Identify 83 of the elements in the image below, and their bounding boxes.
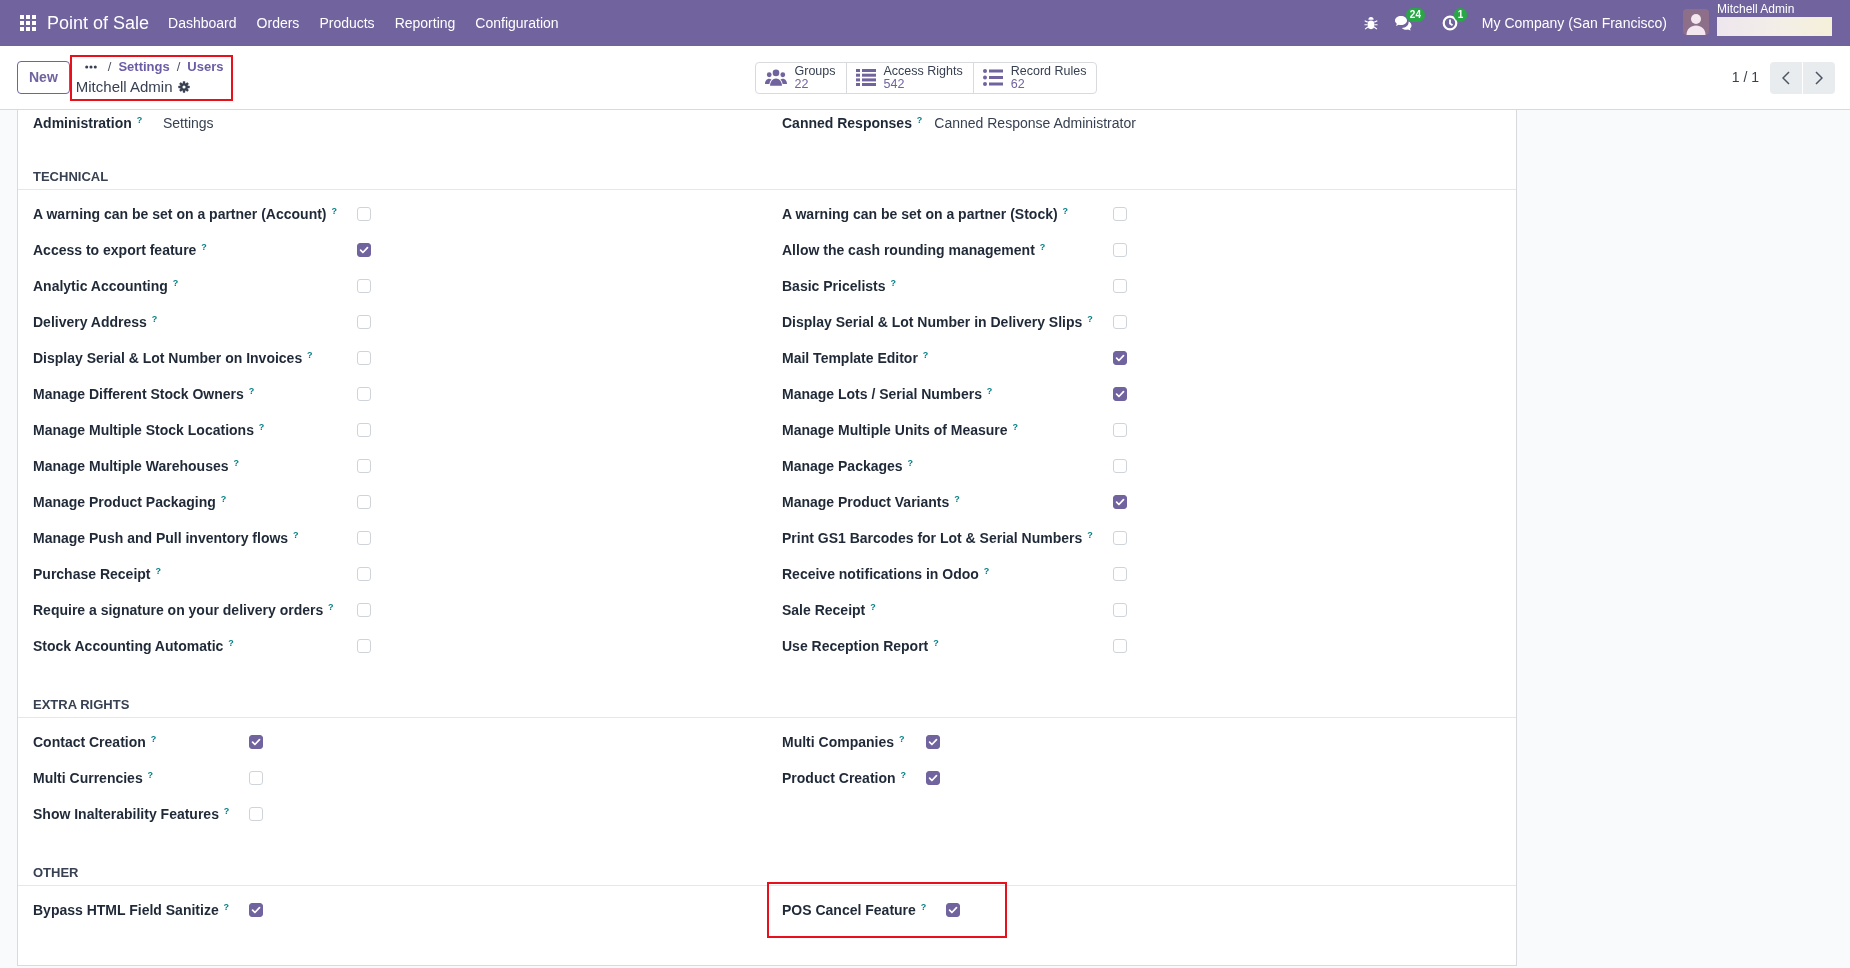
menu-item[interactable]: Orders (246, 12, 310, 34)
list-icon (855, 69, 876, 86)
breadcrumb-separator: / (107, 58, 112, 75)
user-name[interactable]: Mitchell Admin (1717, 3, 1832, 16)
field-label: Manage Multiple Warehouses $^{?}$ (33, 456, 240, 476)
field-value[interactable]: Settings (163, 112, 214, 134)
field-label: Require a signature on your delivery orders $^{?}$ (33, 600, 335, 620)
field-label: Mail Template Editor $^{?}$ (782, 348, 930, 368)
checkbox[interactable] (1112, 387, 1127, 401)
checkbox[interactable] (925, 735, 940, 749)
field-label: Manage Product Variants $^{?}$ (782, 492, 961, 512)
field-label: Receive notifications in Odoo $^{?}$ (782, 564, 991, 584)
bulleted-list-icon (982, 69, 1003, 86)
field-label: Manage Multiple Units of Measure $^{?}$ (782, 420, 1019, 440)
field-label: Contact Creation $^{?}$ (33, 732, 158, 752)
checkbox[interactable] (356, 243, 371, 257)
field-label: Administration $^{?}$ (33, 113, 144, 133)
field-label: Analytic Accounting $^{?}$ (33, 276, 180, 296)
pager-value[interactable]: 1 / 1 (1731, 67, 1759, 88)
ellipsis-icon[interactable] (84, 64, 97, 69)
message-count: 24 (1405, 8, 1425, 22)
previous-button[interactable] (1770, 61, 1802, 94)
checkbox[interactable] (1112, 351, 1127, 365)
field-label: Print GS1 Barcodes for Lot & Serial Numbers $^{?}$ (782, 528, 1093, 548)
field-label: Purchase Receipt $^{?}$ (33, 564, 162, 584)
stat-button[interactable]: Groups 22 (754, 61, 847, 94)
field-label: Manage Product Packaging $^{?}$ (33, 492, 228, 512)
section-heading: OTHER (18, 864, 1516, 886)
breadcrumb-link[interactable]: Users (187, 58, 224, 75)
stat-button[interactable]: Record Rules 62 (972, 61, 1098, 94)
field-label: Product Creation $^{?}$ (782, 768, 906, 788)
field-label: Bypass HTML Field Sanitize $^{?}$ (33, 900, 230, 920)
field-label: Manage Different Stock Owners $^{?}$ (33, 384, 256, 404)
field-label: Delivery Address $^{?}$ (33, 312, 159, 332)
field-label: Use Reception Report $^{?}$ (782, 636, 940, 656)
field-label: Access to export feature $^{?}$ (33, 240, 208, 260)
menu-item[interactable]: Reporting (384, 12, 466, 34)
record-title: Mitchell Admin (75, 77, 173, 96)
field-label: Manage Multiple Stock Locations $^{?}$ (33, 420, 266, 440)
apps-menu-icon[interactable] (20, 15, 36, 31)
field-label: Canned Responses $^{?}$ (782, 113, 924, 133)
checkbox[interactable] (946, 903, 961, 917)
section-heading: TECHNICAL (18, 168, 1516, 190)
gear-icon[interactable] (177, 80, 190, 93)
chat-icon[interactable] (1393, 15, 1412, 31)
breadcrumb-link[interactable]: Settings (118, 58, 170, 75)
field-label: POS Cancel Feature $^{?}$ (782, 900, 927, 920)
field-label: Display Serial & Lot Number in Delivery Slips $^{?}$ (782, 312, 1093, 332)
menu-item[interactable]: Configuration (465, 12, 569, 34)
next-button[interactable] (1803, 61, 1835, 94)
clock-icon[interactable] (1441, 15, 1458, 31)
field-label: Basic Pricelists $^{?}$ (782, 276, 897, 296)
chevron-right-icon (1815, 70, 1823, 85)
field-label: Manage Packages $^{?}$ (782, 456, 914, 476)
app-name[interactable]: Point of Sale (47, 9, 150, 37)
checkbox[interactable] (249, 903, 264, 917)
field-label: Manage Push and Pull inventory flows $^{?}$ (33, 528, 300, 548)
field-label: Show Inalterability Features $^{?}$ (33, 804, 230, 824)
activity-count: 1 (1453, 8, 1468, 22)
menu-item[interactable]: Dashboard (158, 12, 247, 34)
field-label: A warning can be set on a partner (Stock) $^{?}$ (782, 204, 1070, 224)
field-label: Allow the cash rounding management $^{?}$ (782, 240, 1047, 260)
new-button[interactable]: New (17, 61, 70, 94)
field-label: Display Serial & Lot Number on Invoices $^{?}$ (33, 348, 314, 368)
checkbox[interactable] (249, 735, 264, 749)
field-label: Multi Companies $^{?}$ (782, 732, 906, 752)
menu-item[interactable]: Products (309, 12, 385, 34)
field-label: A warning can be set on a partner (Account) $^{?}$ (33, 204, 337, 224)
field-label: Multi Currencies $^{?}$ (33, 768, 155, 788)
field-value[interactable]: Canned Response Administrator (934, 112, 1136, 134)
breadcrumb-separator: / (176, 58, 181, 75)
chevron-left-icon (1782, 70, 1790, 85)
users-icon (764, 68, 787, 87)
company-name[interactable]: My Company (San Francisco) (1481, 12, 1667, 34)
field-label: Sale Receipt $^{?}$ (782, 600, 877, 620)
checkbox[interactable] (1112, 495, 1127, 509)
checkbox[interactable] (925, 771, 940, 785)
avatar-icon[interactable] (1683, 9, 1709, 35)
field-label: Stock Accounting Automatic $^{?}$ (33, 636, 235, 656)
field-label: Manage Lots / Serial Numbers $^{?}$ (782, 384, 994, 404)
bug-icon[interactable] (1363, 16, 1378, 30)
stat-button[interactable]: Access Rights 542 (845, 61, 974, 94)
section-heading: EXTRA RIGHTS (18, 696, 1516, 718)
